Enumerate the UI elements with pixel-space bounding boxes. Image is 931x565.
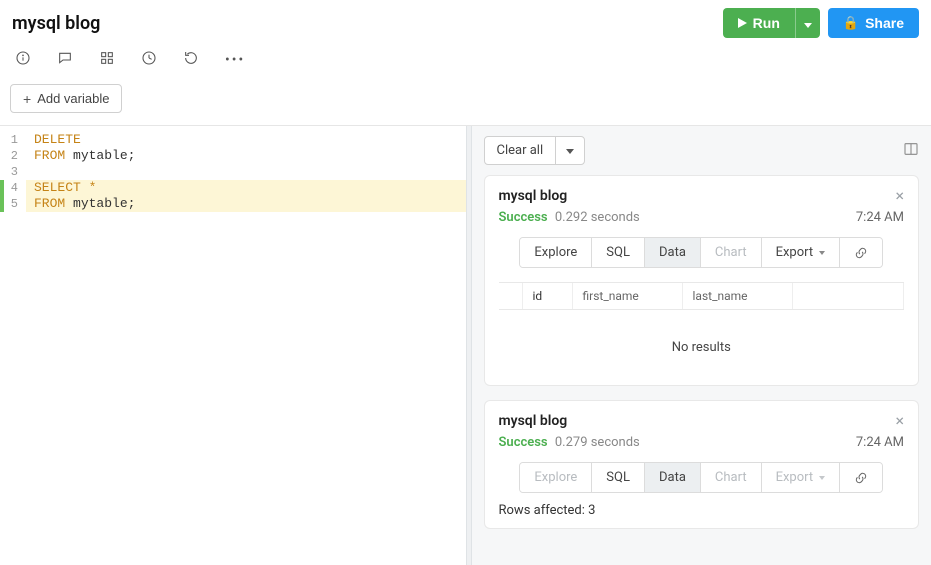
run-button-label: Run bbox=[753, 15, 780, 31]
chevron-down-icon bbox=[566, 149, 574, 154]
grid-icon[interactable] bbox=[99, 50, 115, 70]
line-number: 5 bbox=[4, 196, 26, 212]
clear-all-button[interactable]: Clear all bbox=[484, 136, 586, 165]
run-button[interactable]: Run bbox=[723, 8, 795, 38]
no-results-label: No results bbox=[499, 310, 905, 375]
add-variable-button[interactable]: + Add variable bbox=[10, 84, 122, 113]
history-icon[interactable] bbox=[183, 50, 199, 70]
data-table-header: idfirst_namelast_name bbox=[499, 282, 905, 310]
status-duration: 0.279 seconds bbox=[552, 435, 640, 450]
more-icon[interactable]: ••• bbox=[225, 52, 245, 68]
code-editor[interactable]: 1DELETE2FROM mytable;34SELECT *5FROM myt… bbox=[0, 126, 466, 565]
run-dropdown-button[interactable] bbox=[795, 8, 820, 38]
chevron-down-icon bbox=[804, 23, 812, 28]
code-line[interactable]: 5FROM mytable; bbox=[0, 196, 466, 212]
page-title: mysql blog bbox=[12, 13, 100, 34]
column-header[interactable]: last_name bbox=[683, 283, 793, 309]
comment-icon[interactable] bbox=[57, 50, 73, 70]
close-icon[interactable]: × bbox=[895, 413, 904, 429]
layout-toggle-icon[interactable] bbox=[903, 141, 919, 161]
editor-toolbar: ••• bbox=[0, 42, 931, 78]
share-button[interactable]: 🔒 Share bbox=[828, 8, 919, 38]
tab-export: Export bbox=[762, 463, 841, 492]
line-number: 1 bbox=[4, 132, 26, 148]
result-tabs: ExploreSQLDataChartExport bbox=[519, 462, 883, 493]
tab-explore: Explore bbox=[520, 463, 592, 492]
results-panel: Clear all mysql blog × Success 0.292 secon… bbox=[472, 126, 931, 565]
plus-icon: + bbox=[23, 92, 31, 106]
schedule-icon[interactable] bbox=[141, 50, 157, 70]
column-header[interactable]: first_name bbox=[573, 283, 683, 309]
code-text[interactable]: SELECT * bbox=[26, 180, 466, 196]
code-line[interactable]: 4SELECT * bbox=[0, 180, 466, 196]
result-tabs: ExploreSQLDataChartExport bbox=[519, 237, 883, 268]
play-icon bbox=[738, 18, 747, 28]
clear-all-dropdown[interactable] bbox=[555, 137, 584, 164]
result-card-title: mysql blog bbox=[499, 188, 568, 204]
result-card: mysql blog × Success 0.279 seconds 7:24 AM E… bbox=[484, 400, 920, 529]
rows-affected-label: Rows affected: 3 bbox=[499, 503, 905, 518]
code-line[interactable]: 1DELETE bbox=[0, 132, 466, 148]
add-variable-label: Add variable bbox=[37, 91, 109, 106]
close-icon[interactable]: × bbox=[895, 188, 904, 204]
clear-all-label: Clear all bbox=[485, 137, 556, 164]
line-number: 4 bbox=[4, 180, 26, 196]
tab-link[interactable] bbox=[840, 238, 882, 267]
tab-chart: Chart bbox=[701, 238, 762, 267]
tab-chart: Chart bbox=[701, 463, 762, 492]
tab-sql[interactable]: SQL bbox=[592, 463, 645, 492]
tab-explore[interactable]: Explore bbox=[520, 238, 592, 267]
code-line[interactable]: 2FROM mytable; bbox=[0, 148, 466, 164]
status-badge: Success bbox=[499, 210, 548, 225]
code-text[interactable]: FROM mytable; bbox=[26, 148, 466, 164]
code-text[interactable] bbox=[26, 164, 466, 180]
info-icon[interactable] bbox=[15, 50, 31, 70]
status-timestamp: 7:24 AM bbox=[856, 435, 904, 450]
tab-data[interactable]: Data bbox=[645, 463, 701, 492]
tab-export[interactable]: Export bbox=[762, 238, 841, 267]
code-text[interactable]: FROM mytable; bbox=[26, 196, 466, 212]
share-button-label: Share bbox=[865, 15, 904, 31]
tab-data[interactable]: Data bbox=[645, 238, 701, 267]
lock-icon: 🔒 bbox=[843, 15, 859, 31]
status-badge: Success bbox=[499, 435, 548, 450]
line-number: 3 bbox=[4, 164, 26, 180]
line-number: 2 bbox=[4, 148, 26, 164]
column-header[interactable]: id bbox=[523, 283, 573, 309]
code-line[interactable]: 3 bbox=[0, 164, 466, 180]
status-timestamp: 7:24 AM bbox=[856, 210, 904, 225]
code-text[interactable]: DELETE bbox=[26, 132, 466, 148]
tab-link[interactable] bbox=[840, 463, 882, 492]
result-card-title: mysql blog bbox=[499, 413, 568, 429]
tab-sql[interactable]: SQL bbox=[592, 238, 645, 267]
result-card: mysql blog × Success 0.292 seconds 7:24 AM E… bbox=[484, 175, 920, 386]
status-duration: 0.292 seconds bbox=[552, 210, 640, 225]
